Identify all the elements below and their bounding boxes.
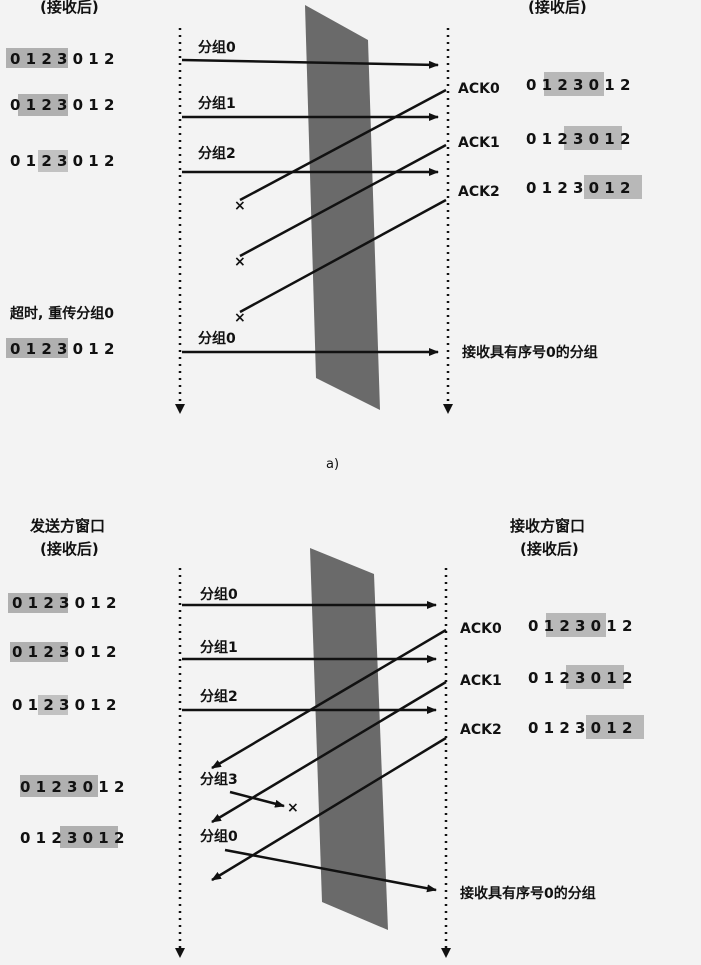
packet-label-b3: 分组3 [200, 771, 238, 788]
selective-repeat-diagram: (接收后) (接收后) 0 1 2 3 0 1 2 0 1 2 3 0 1 2 … [6, 0, 644, 958]
receiver-header-b: (接收后) [520, 540, 579, 558]
sender-window-b1: 0 1 2 3 0 1 2 [12, 643, 116, 661]
sender-window-a3: 0 1 2 3 0 1 2 [10, 340, 114, 358]
loss-mark-a2: × [234, 310, 246, 326]
part-a: (接收后) (接收后) 0 1 2 3 0 1 2 0 1 2 3 0 1 2 … [6, 0, 642, 472]
loss-mark-a0: × [234, 198, 246, 214]
sender-header-a: (接收后) [40, 0, 99, 16]
sender-window-b2: 0 1 2 3 0 1 2 [12, 696, 116, 714]
receiver-window-b1: 0 1 2 3 0 1 2 [528, 669, 632, 687]
receiver-header-a: (接收后) [528, 0, 587, 16]
packet-label-b2: 分组2 [200, 688, 238, 705]
packet-label-a3: 分组0 [198, 330, 236, 347]
caption-a: a) [326, 457, 339, 472]
receiver-window-b2: 0 1 2 3 0 1 2 [528, 719, 632, 737]
receiver-window-a0: 0 1 2 3 0 1 2 [526, 76, 630, 94]
sender-window-a0: 0 1 2 3 0 1 2 [10, 50, 114, 68]
receiver-window-a2: 0 1 2 3 0 1 2 [526, 179, 630, 197]
receive-note-a: 接收具有序号0的分组 [462, 344, 598, 361]
ack-label-a1: ACK1 [458, 135, 500, 151]
packet-label-b1: 分组1 [200, 639, 238, 656]
ack-label-b2: ACK2 [460, 722, 502, 738]
sender-window-b0: 0 1 2 3 0 1 2 [12, 594, 116, 612]
receiver-title-b: 接收方窗口 [510, 517, 585, 535]
timeout-label: 超时, 重传分组0 [9, 305, 114, 322]
sender-window-a2: 0 1 2 3 0 1 2 [10, 152, 114, 170]
receiver-window-b0: 0 1 2 3 0 1 2 [528, 617, 632, 635]
loss-mark-a1: × [234, 254, 246, 270]
sender-window-a1: 0 1 2 3 0 1 2 [10, 96, 114, 114]
ack-label-b1: ACK1 [460, 673, 502, 689]
ack-label-b0: ACK0 [460, 621, 502, 637]
sender-window-b3: 0 1 2 3 0 1 2 [20, 778, 124, 796]
sender-title-b: 发送方窗口 [29, 517, 105, 535]
receiver-window-a1: 0 1 2 3 0 1 2 [526, 130, 630, 148]
sender-window-b4: 0 1 2 3 0 1 2 [20, 829, 124, 847]
packet-label-b4: 分组0 [200, 828, 238, 845]
ack-label-a2: ACK2 [458, 184, 500, 200]
receive-note-b: 接收具有序号0的分组 [460, 885, 596, 902]
loss-mark-b: × [287, 800, 299, 816]
packet-label-a1: 分组1 [198, 95, 236, 112]
sender-header-b: (接收后) [40, 540, 99, 558]
packet-label-a0: 分组0 [198, 39, 236, 56]
packet-label-a2: 分组2 [198, 145, 236, 162]
packet-label-b0: 分组0 [200, 586, 238, 603]
channel-a [305, 5, 380, 410]
part-b: 发送方窗口 (接收后) 接收方窗口 (接收后) 0 1 2 3 0 1 2 0 … [8, 517, 644, 958]
ack-label-a0: ACK0 [458, 81, 500, 97]
